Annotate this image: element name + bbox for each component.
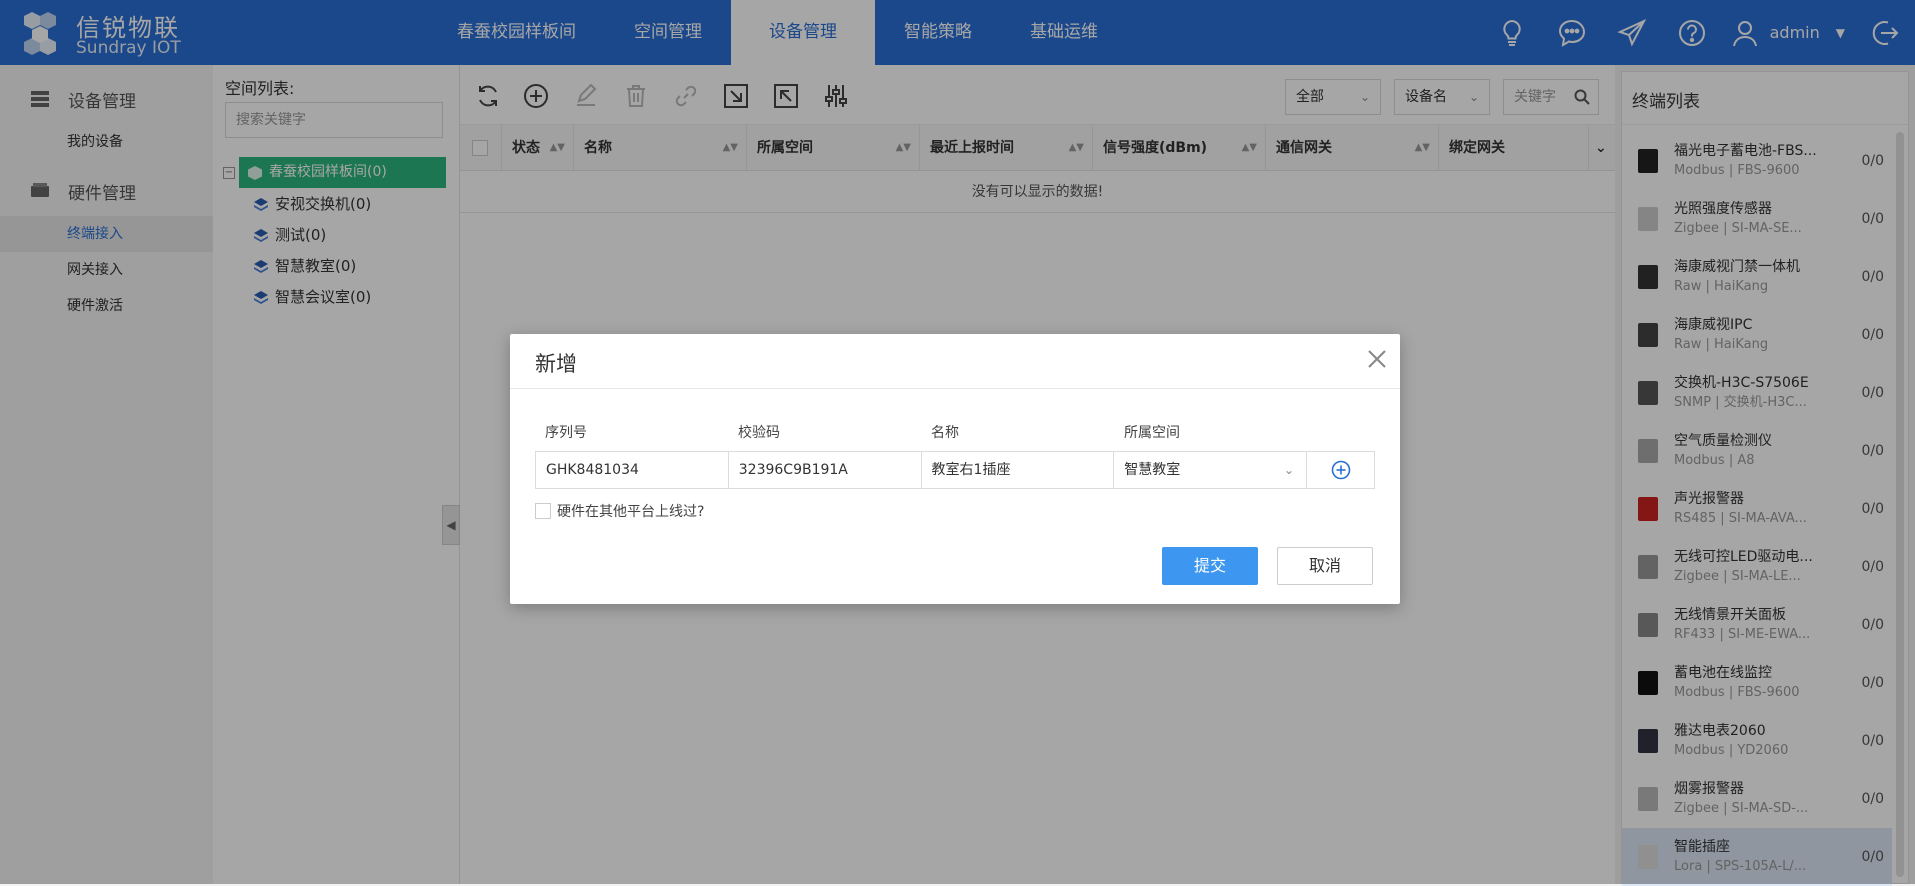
space-select[interactable]: 智慧教室 ⌄ (1114, 452, 1308, 488)
dialog-title: 新增 (535, 352, 577, 376)
column-header-check-code: 校验码 (738, 425, 780, 441)
column-header-serial: 序列号 (545, 425, 587, 441)
chevron-down-icon: ⌄ (1284, 463, 1295, 477)
name-input[interactable]: 教室右1插座 (922, 452, 1115, 488)
add-dialog: 新增 序列号 校验码 名称 所属空间 GHK8481034 32396C9B19… (510, 334, 1400, 604)
device-entry-row: GHK8481034 32396C9B191A 教室右1插座 智慧教室 ⌄ (535, 451, 1375, 489)
cancel-button[interactable]: 取消 (1277, 547, 1373, 585)
column-header-name: 名称 (931, 425, 959, 441)
add-row-button[interactable] (1307, 452, 1374, 488)
check-code-input[interactable]: 32396C9B191A (729, 452, 922, 488)
serial-input[interactable]: GHK8481034 (536, 452, 729, 488)
plus-circle-icon (1331, 460, 1350, 480)
checkbox[interactable] (535, 503, 551, 519)
space-select-value: 智慧教室 (1124, 462, 1181, 478)
checkbox-label: 硬件在其他平台上线过? (557, 504, 705, 520)
divider (510, 388, 1400, 389)
submit-button[interactable]: 提交 (1162, 547, 1258, 585)
column-header-space: 所属空间 (1124, 425, 1180, 441)
other-platform-checkbox[interactable]: 硬件在其他平台上线过? (535, 501, 704, 521)
close-icon[interactable] (1366, 348, 1388, 370)
